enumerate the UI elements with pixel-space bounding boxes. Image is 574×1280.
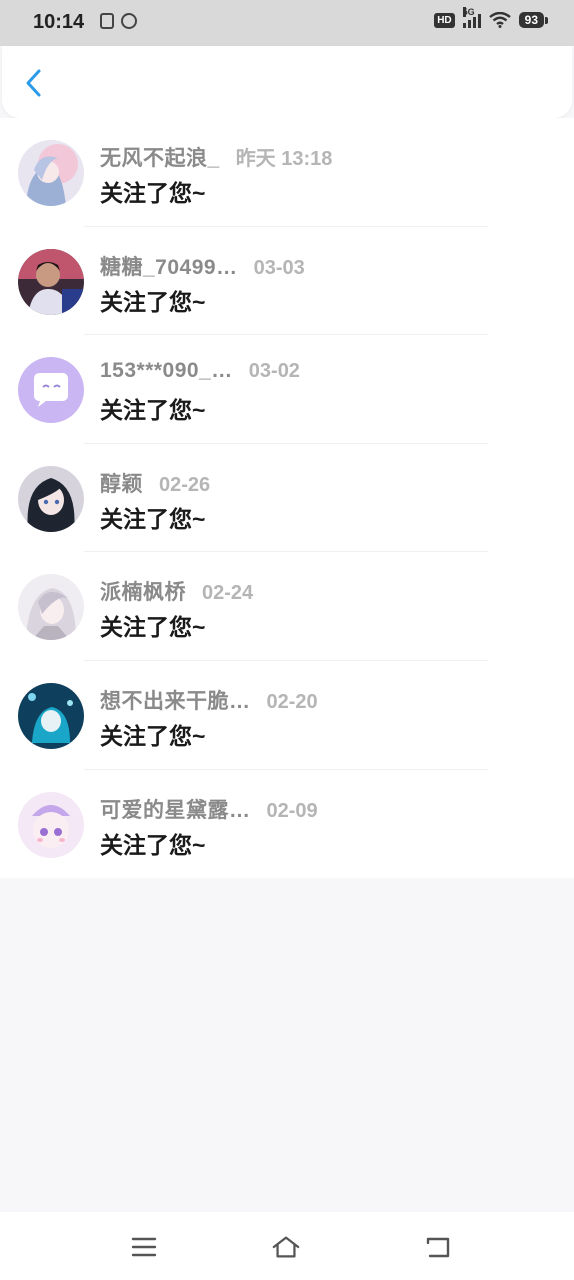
battery-indicator: 93	[518, 12, 549, 28]
avatar[interactable]	[18, 357, 84, 424]
avatar[interactable]	[18, 465, 84, 532]
list-item[interactable]: 无风不起浪_ 昨天 13:18 关注了您~	[0, 118, 574, 227]
status-time: 10:14	[33, 11, 85, 33]
back-nav-button[interactable]	[423, 1232, 453, 1262]
follow-time: 03-03	[253, 256, 305, 279]
follow-time: 昨天 13:18	[235, 148, 333, 170]
avatar[interactable]	[18, 791, 84, 858]
follower-name: 无风不起浪_	[100, 147, 220, 170]
follow-message: 关注了您~	[100, 180, 206, 206]
menu-icon	[131, 1237, 157, 1257]
follow-message: 关注了您~	[100, 722, 206, 749]
list-item[interactable]: 想不出来干脆… 02-20 关注了您~	[0, 661, 574, 770]
follower-name: 醇颖	[100, 472, 143, 496]
back-icon	[426, 1237, 450, 1258]
follow-message: 关注了您~	[100, 397, 206, 424]
list-item[interactable]: 糖糖_70499… 03-03 关注了您~	[0, 227, 574, 336]
signal-icon: 5G	[462, 7, 481, 28]
follow-message: 关注了您~	[100, 505, 206, 532]
home-icon	[272, 1236, 300, 1258]
follow-time: 02-26	[159, 473, 211, 496]
top-navigation-bar	[2, 46, 572, 118]
home-button[interactable]	[271, 1232, 301, 1262]
network-label: 5G	[462, 7, 475, 17]
avatar[interactable]	[18, 574, 84, 641]
follow-time: 02-09	[266, 799, 318, 822]
list-item[interactable]: 可爱的星黛露… 02-09 关注了您~	[0, 770, 574, 879]
follow-message: 关注了您~	[100, 614, 206, 641]
follower-list: 无风不起浪_ 昨天 13:18 关注了您~ 糖糖_70499… 03-03 关注…	[0, 118, 574, 879]
follower-name: 糖糖_70499…	[100, 255, 238, 279]
list-item[interactable]: 醇颖 02-26 关注了您~	[0, 444, 574, 553]
follower-name: 派楠枫桥	[100, 581, 186, 605]
system-navigation-bar	[0, 1212, 574, 1280]
list-item[interactable]: 153***090_… 03-02 关注了您~	[0, 335, 574, 444]
back-button[interactable]	[18, 66, 48, 100]
follow-time: 02-20	[266, 690, 318, 713]
follow-time: 02-24	[202, 582, 254, 605]
wifi-icon	[488, 12, 511, 28]
notification-icon	[100, 13, 114, 29]
menu-button[interactable]	[129, 1232, 159, 1262]
avatar[interactable]	[18, 682, 84, 749]
list-item[interactable]: 派楠枫桥 02-24 关注了您~	[0, 552, 574, 661]
avatar[interactable]	[18, 248, 84, 315]
chevron-left-icon	[26, 69, 41, 97]
follow-message: 关注了您~	[100, 831, 206, 858]
follower-name: 153***090_…	[100, 359, 233, 383]
follow-message: 关注了您~	[100, 288, 206, 315]
follower-name: 想不出来干脆…	[100, 689, 251, 713]
follow-time: 03-02	[248, 360, 300, 383]
follower-name: 可爱的星黛露…	[100, 798, 251, 822]
app-notification-icon	[121, 13, 137, 29]
status-bar: 10:14 HD 5G 93	[0, 0, 574, 46]
hd-badge: HD	[434, 12, 455, 28]
avatar[interactable]	[18, 140, 84, 206]
